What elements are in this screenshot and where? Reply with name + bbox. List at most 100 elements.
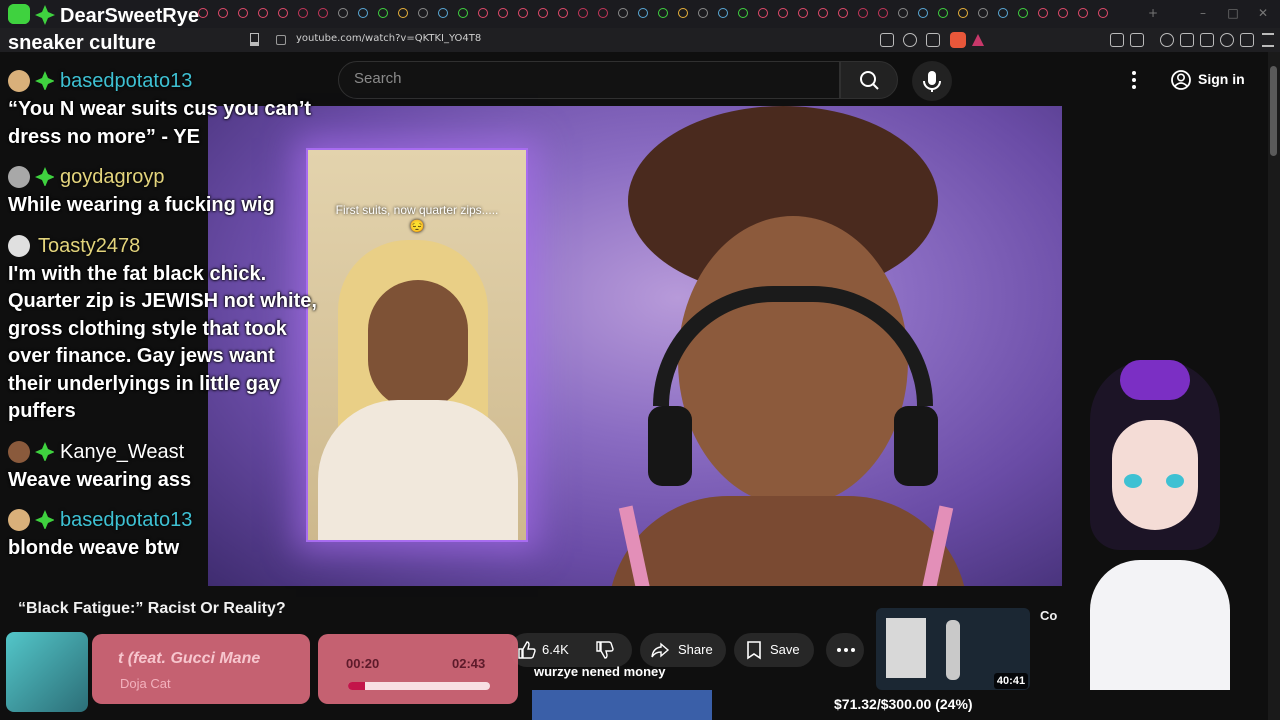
browser-tab[interactable] <box>458 8 468 18</box>
media-icon[interactable] <box>1160 33 1174 47</box>
browser-tab[interactable] <box>838 8 848 18</box>
browser-tab[interactable] <box>298 8 308 18</box>
browser-tab[interactable] <box>678 8 688 18</box>
browser-tab[interactable] <box>218 8 228 18</box>
wallet-icon[interactable] <box>1200 33 1214 47</box>
chat-message-line: gross clothing style that took <box>8 317 287 340</box>
chat-username[interactable]: Toasty2478 <box>38 235 140 257</box>
related-video-title[interactable]: Co <box>1040 608 1057 623</box>
address-bar[interactable]: youtube.com/watch?v=QKTKI_YO4T8 <box>0 28 1280 52</box>
browser-tab[interactable] <box>958 8 968 18</box>
browser-tab[interactable] <box>858 8 868 18</box>
save-label[interactable]: Save <box>770 642 800 657</box>
browser-tab[interactable] <box>618 8 628 18</box>
earcup-right <box>894 406 938 486</box>
browser-tab[interactable] <box>638 8 648 18</box>
voice-search-button[interactable] <box>912 61 952 101</box>
inset-face <box>368 280 468 410</box>
related-video-duration: 40:41 <box>994 673 1028 689</box>
stream-chat-overlay: basedpotato13 “You N wear suits cus you c… <box>0 52 330 592</box>
minimize-icon[interactable]: – <box>1196 6 1210 20</box>
shield-icon[interactable] <box>1240 33 1254 47</box>
browser-tab[interactable] <box>698 8 708 18</box>
vpn-icon[interactable] <box>1220 33 1234 47</box>
chat-message-line: their underlyings in little gay <box>8 372 281 395</box>
browser-tab[interactable] <box>1018 8 1028 18</box>
browser-tab[interactable] <box>1078 8 1088 18</box>
browser-tab[interactable] <box>438 8 448 18</box>
browser-tab[interactable] <box>278 8 288 18</box>
browser-tab[interactable] <box>1038 8 1048 18</box>
browser-tab[interactable] <box>918 8 928 18</box>
browser-tab[interactable] <box>538 8 548 18</box>
avatar-dress <box>1090 560 1230 690</box>
browser-tab[interactable] <box>378 8 388 18</box>
account-icon <box>1171 70 1191 90</box>
browser-tab[interactable] <box>998 8 1008 18</box>
zoom-icon[interactable] <box>903 33 917 47</box>
donation-message: wurzye nened money <box>534 664 666 679</box>
browser-tab[interactable] <box>978 8 988 18</box>
share-page-icon[interactable] <box>926 33 940 47</box>
close-icon[interactable]: ✕ <box>1256 6 1270 20</box>
chat-username[interactable]: basedpotato13 <box>60 70 192 92</box>
url-text[interactable]: youtube.com/watch?v=QKTKI_YO4T8 <box>296 33 481 44</box>
bookmark-icon[interactable] <box>250 33 259 46</box>
like-icon[interactable] <box>516 640 536 660</box>
browser-tab[interactable] <box>398 8 408 18</box>
browser-tab[interactable] <box>478 8 488 18</box>
search-button[interactable] <box>840 61 898 99</box>
browser-tab[interactable] <box>598 8 608 18</box>
save-icon <box>747 641 761 660</box>
scrollbar-thumb[interactable] <box>1270 66 1277 156</box>
song-title: t (feat. Gucci Mane <box>118 650 261 667</box>
browser-tab[interactable] <box>558 8 568 18</box>
sign-in-label[interactable]: Sign in <box>1198 71 1245 87</box>
chat-username[interactable]: goydagroyp <box>60 166 165 188</box>
browser-tab[interactable] <box>878 8 888 18</box>
search-input[interactable] <box>338 61 840 99</box>
browser-tab[interactable] <box>238 8 248 18</box>
browser-tab[interactable] <box>418 8 428 18</box>
new-tab-icon[interactable]: + <box>1146 6 1160 20</box>
share-label[interactable]: Share <box>678 642 713 657</box>
browser-tab[interactable] <box>258 8 268 18</box>
browser-tab[interactable] <box>338 8 348 18</box>
dislike-icon[interactable] <box>594 640 614 660</box>
browser-tab[interactable] <box>758 8 768 18</box>
chat-username[interactable]: Kanye_Weast <box>60 441 184 463</box>
reader-icon[interactable] <box>1130 33 1144 47</box>
browser-tab[interactable] <box>898 8 908 18</box>
more-options-icon[interactable] <box>1126 66 1142 94</box>
screenshot-icon[interactable] <box>880 33 894 47</box>
browser-tab[interactable] <box>1058 8 1068 18</box>
extensions-icon[interactable] <box>1110 33 1124 47</box>
menu-icon[interactable] <box>1262 33 1274 47</box>
browser-tab[interactable] <box>498 8 508 18</box>
rewards-icon[interactable] <box>972 34 984 46</box>
browser-tab[interactable] <box>718 8 728 18</box>
sidebar-icon[interactable] <box>1180 33 1194 47</box>
chat-badge-icon <box>35 167 54 186</box>
chat-avatar <box>8 166 30 188</box>
browser-tab[interactable] <box>778 8 788 18</box>
browser-tab[interactable] <box>938 8 948 18</box>
chat-message-line: While wearing a fucking wig <box>8 194 275 216</box>
earcup-left <box>648 406 692 486</box>
browser-tab[interactable] <box>818 8 828 18</box>
like-count[interactable]: 6.4K <box>542 642 569 657</box>
chat-message-line: puffers <box>8 400 76 422</box>
maximize-icon[interactable]: □ <box>1226 6 1240 20</box>
browser-tab[interactable] <box>358 8 368 18</box>
site-settings-icon[interactable] <box>276 35 286 45</box>
browser-tab[interactable] <box>578 8 588 18</box>
brave-shield-icon[interactable] <box>950 32 966 48</box>
browser-tab[interactable] <box>1098 8 1108 18</box>
browser-tab[interactable] <box>318 8 328 18</box>
browser-tab[interactable] <box>738 8 748 18</box>
browser-tab[interactable] <box>658 8 668 18</box>
browser-tab[interactable] <box>798 8 808 18</box>
browser-tab[interactable] <box>518 8 528 18</box>
browser-tab[interactable] <box>198 8 208 18</box>
chat-username[interactable]: basedpotato13 <box>60 509 192 531</box>
